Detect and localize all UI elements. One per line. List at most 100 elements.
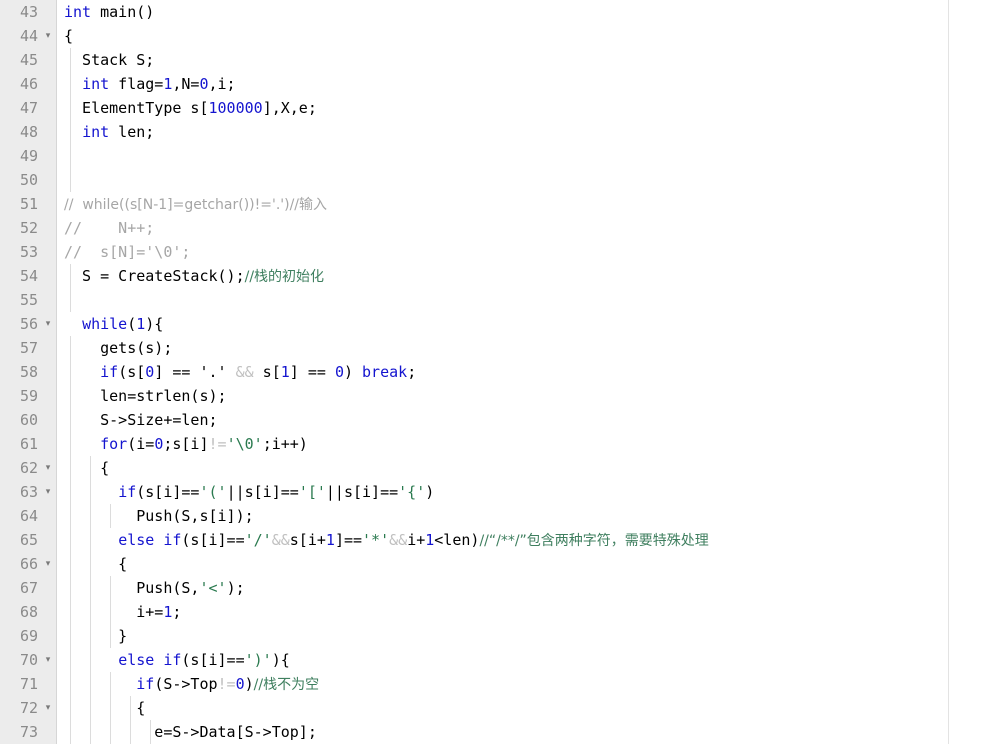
line-content[interactable]: Push(S,'<'); [58, 576, 244, 600]
line-content[interactable]: { [58, 696, 145, 720]
code-line[interactable]: 51 // while((s[N-1]=getchar())!='.')//输入 [0, 192, 984, 216]
line-number: 45 [19, 51, 38, 69]
code-line[interactable]: 58 if(s[0] == '.' && s[1] == 0) break; [0, 360, 984, 384]
fold-toggle-icon[interactable]: ▾ [42, 456, 54, 480]
line-content[interactable]: for(i=0;s[i]!='\0';i++) [58, 432, 308, 456]
line-content[interactable]: Push(S,s[i]); [58, 504, 253, 528]
code-line[interactable]: 72 ▾ { [0, 696, 984, 720]
line-number: 46 [19, 75, 38, 93]
code-line[interactable]: 54 S = CreateStack();//栈的初始化 [0, 264, 984, 288]
code-line[interactable]: 59 len=strlen(s); [0, 384, 984, 408]
line-content[interactable]: if(S->Top!=0)//栈不为空 [58, 672, 319, 696]
code-line[interactable]: 71 if(S->Top!=0)//栈不为空 [0, 672, 984, 696]
code-line[interactable]: 43 int main() [0, 0, 984, 24]
line-content[interactable]: // s[N]='\0'; [58, 240, 190, 264]
line-content[interactable]: while(1){ [58, 312, 163, 336]
line-gutter: 57 [0, 336, 57, 360]
token-pln [154, 651, 163, 669]
line-content[interactable]: } [58, 624, 127, 648]
token-pln: ) [343, 363, 363, 381]
line-content[interactable]: { [58, 552, 127, 576]
code-line[interactable]: 65 else if(s[i]=='/'&&s[i+1]=='*'&&i+1<l… [0, 528, 984, 552]
token-op: && [271, 531, 290, 549]
line-number: 70 [19, 651, 38, 669]
code-line[interactable]: 57 gets(s); [0, 336, 984, 360]
line-content[interactable]: else if(s[i]=='/'&&s[i+1]=='*'&&i+1<len)… [58, 528, 709, 552]
code-line[interactable]: 67 Push(S,'<'); [0, 576, 984, 600]
code-line[interactable]: 64 Push(S,s[i]); [0, 504, 984, 528]
fold-toggle-icon[interactable]: ▾ [42, 648, 54, 672]
fold-toggle-icon[interactable]: ▾ [42, 552, 54, 576]
code-line[interactable]: 66 ▾ { [0, 552, 984, 576]
line-content[interactable]: if(s[0] == '.' && s[1] == 0) break; [58, 360, 416, 384]
token-pln: ;i++) [262, 435, 308, 453]
token-pln: e=S->Data[S->Top]; [64, 723, 317, 741]
token-cmt: //“/**/”包含两种字符，需要特殊处理 [479, 533, 709, 549]
editor-lines: 43 int main() 44 ▾{45 Stack S; 46 int flag=1… [0, 0, 984, 744]
line-content[interactable]: Stack S; [58, 48, 154, 72]
code-line[interactable]: 44 ▾ { [0, 24, 984, 48]
code-line[interactable]: 47 ElementType s[100000],X,e; [0, 96, 984, 120]
code-line[interactable]: 49 [0, 144, 984, 168]
code-line[interactable]: 60 S->Size+=len; [0, 408, 984, 432]
line-number: 48 [19, 123, 38, 141]
code-editor[interactable]: 43 int main() 44 ▾{45 Stack S; 46 int flag=1… [0, 0, 984, 744]
token-pln: ){ [271, 651, 290, 669]
line-gutter: 67 [0, 576, 57, 600]
code-line[interactable]: 62 ▾ { [0, 456, 984, 480]
code-line[interactable]: 73 e=S->Data[S->Top]; [0, 720, 984, 744]
line-content[interactable]: len=strlen(s); [58, 384, 227, 408]
fold-toggle-icon[interactable]: ▾ [42, 312, 54, 336]
code-line[interactable]: 55 [0, 288, 984, 312]
code-line[interactable]: 53 // s[N]='\0'; [0, 240, 984, 264]
token-pln [64, 483, 118, 501]
token-chr: '<' [199, 579, 227, 597]
line-content[interactable]: { [58, 24, 73, 48]
code-line[interactable]: 46 int flag=1,N=0,i; [0, 72, 984, 96]
token-pln: ] == [289, 363, 335, 381]
line-content[interactable]: S->Size+=len; [58, 408, 217, 432]
line-number: 51 [19, 195, 38, 213]
token-chr: ')' [244, 651, 272, 669]
line-content[interactable]: gets(s); [58, 336, 172, 360]
code-line[interactable]: 48 int len; [0, 120, 984, 144]
code-line[interactable]: 68 i+=1; [0, 600, 984, 624]
line-content[interactable] [58, 144, 64, 168]
line-content[interactable]: ElementType s[100000],X,e; [58, 96, 317, 120]
line-content[interactable] [58, 168, 64, 192]
line-content[interactable]: S = CreateStack();//栈的初始化 [58, 264, 324, 288]
line-gutter: 64 [0, 504, 57, 528]
token-pln: } [64, 627, 128, 645]
code-line[interactable]: 70 ▾ else if(s[i]==')'){ [0, 648, 984, 672]
line-content[interactable] [58, 288, 64, 312]
line-content[interactable]: if(s[i]=='('||s[i]=='['||s[i]=='{') [58, 480, 434, 504]
token-pln [64, 123, 82, 141]
fold-toggle-icon[interactable]: ▾ [42, 480, 54, 504]
code-line[interactable]: 50 [0, 168, 984, 192]
line-content[interactable]: int flag=1,N=0,i; [58, 72, 236, 96]
fold-toggle-icon[interactable]: ▾ [42, 24, 54, 48]
fold-toggle-icon[interactable]: ▾ [42, 696, 54, 720]
token-pln: len=strlen(s); [64, 387, 227, 405]
line-content[interactable]: // N++; [58, 216, 154, 240]
line-content[interactable]: e=S->Data[S->Top]; [58, 720, 317, 744]
code-line[interactable]: 69 } [0, 624, 984, 648]
code-line[interactable]: 56 ▾ while(1){ [0, 312, 984, 336]
line-number: 69 [19, 627, 38, 645]
line-content[interactable]: // while((s[N-1]=getchar())!='.')//输入 [58, 192, 327, 216]
line-gutter: 55 [0, 288, 57, 312]
token-pln [227, 363, 236, 381]
token-pln: ,i; [208, 75, 236, 93]
token-pln: || [226, 483, 245, 501]
line-content[interactable]: { [58, 456, 109, 480]
code-line[interactable]: 45 Stack S; [0, 48, 984, 72]
line-content[interactable]: int main() [58, 0, 154, 24]
code-line[interactable]: 52 // N++; [0, 216, 984, 240]
token-pln: ] == [154, 363, 200, 381]
code-line[interactable]: 63 ▾ if(s[i]=='('||s[i]=='['||s[i]=='{') [0, 480, 984, 504]
line-content[interactable]: i+=1; [58, 600, 181, 624]
line-content[interactable]: int len; [58, 120, 154, 144]
token-op: && [235, 363, 254, 381]
line-content[interactable]: else if(s[i]==')'){ [58, 648, 290, 672]
code-line[interactable]: 61 for(i=0;s[i]!='\0';i++) [0, 432, 984, 456]
